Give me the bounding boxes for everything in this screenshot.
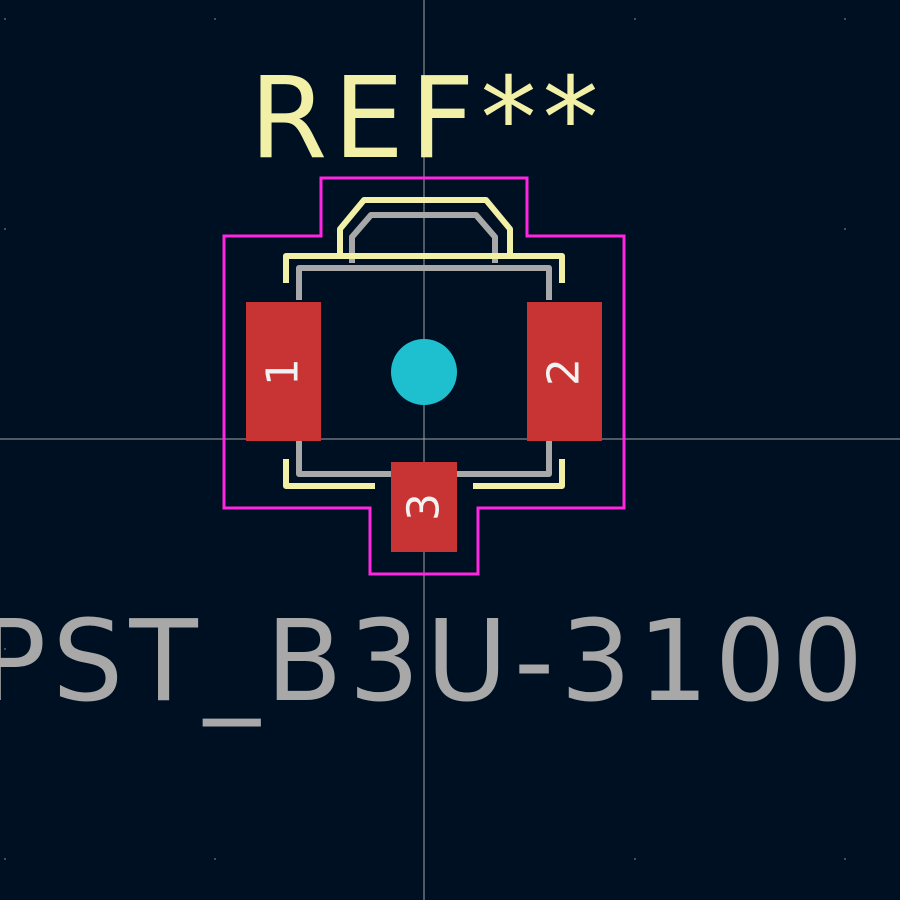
- footprint-view[interactable]: 1 2 3 REF** PST_B3U-3100: [0, 0, 900, 900]
- pad-2-number: 2: [539, 358, 590, 386]
- footprint-anchor[interactable]: [391, 339, 457, 405]
- reference-designator[interactable]: REF**: [249, 54, 604, 184]
- pad-1-number: 1: [258, 358, 309, 386]
- pad-3-number: 3: [399, 493, 450, 521]
- pad-1[interactable]: 1: [246, 302, 321, 441]
- footprint-value[interactable]: PST_B3U-3100: [0, 597, 869, 727]
- pad-3[interactable]: 3: [391, 462, 457, 552]
- pcb-canvas[interactable]: 1 2 3 REF** PST_B3U-3100: [0, 0, 900, 900]
- pad-2[interactable]: 2: [527, 302, 602, 441]
